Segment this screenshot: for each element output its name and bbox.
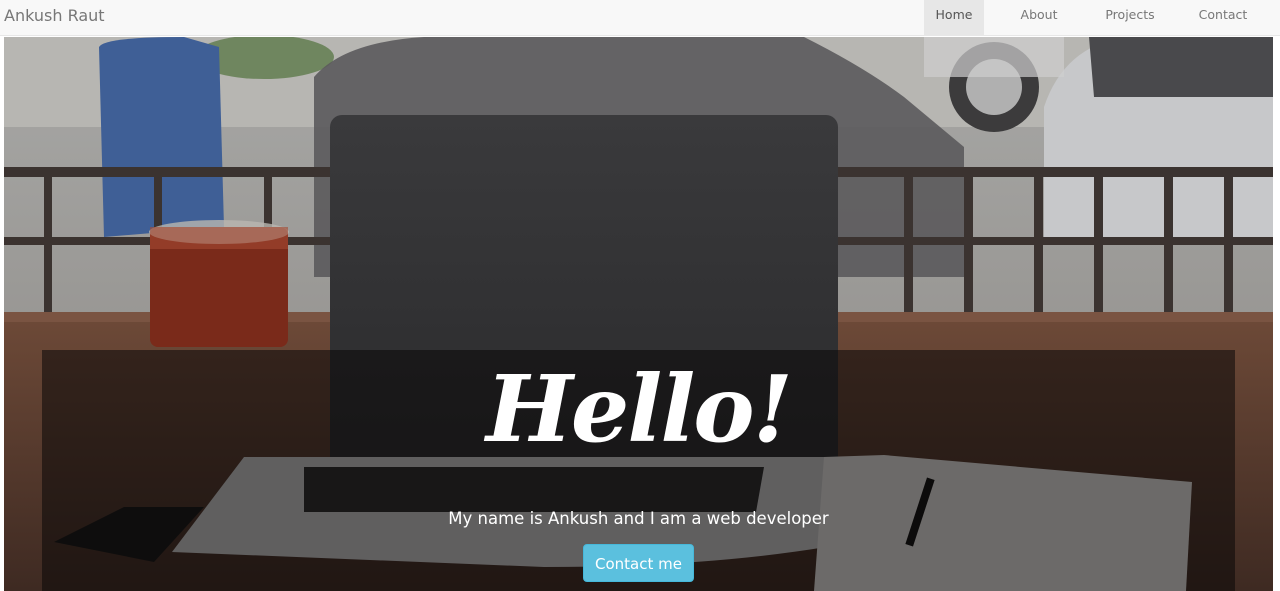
nav-item-about[interactable]: About	[984, 0, 1094, 36]
nav-menu: Home About Projects Contact	[924, 0, 1280, 36]
hero-tagline: My name is Ankush and I am a web develop…	[448, 509, 829, 528]
hero-overlay: Hello! My name is Ankush and I am a web …	[42, 350, 1235, 591]
nav-item-contact[interactable]: Contact	[1166, 0, 1280, 36]
nav-item-projects[interactable]: Projects	[1094, 0, 1166, 36]
hero-section: Hello! My name is Ankush and I am a web …	[4, 37, 1273, 591]
top-navbar: Ankush Raut Home About Projects Contact	[0, 0, 1280, 36]
hero-heading: Hello!	[485, 355, 793, 463]
nav-item-home[interactable]: Home	[924, 0, 984, 36]
contact-me-button[interactable]: Contact me	[583, 544, 694, 582]
brand-link[interactable]: Ankush Raut	[4, 6, 105, 26]
